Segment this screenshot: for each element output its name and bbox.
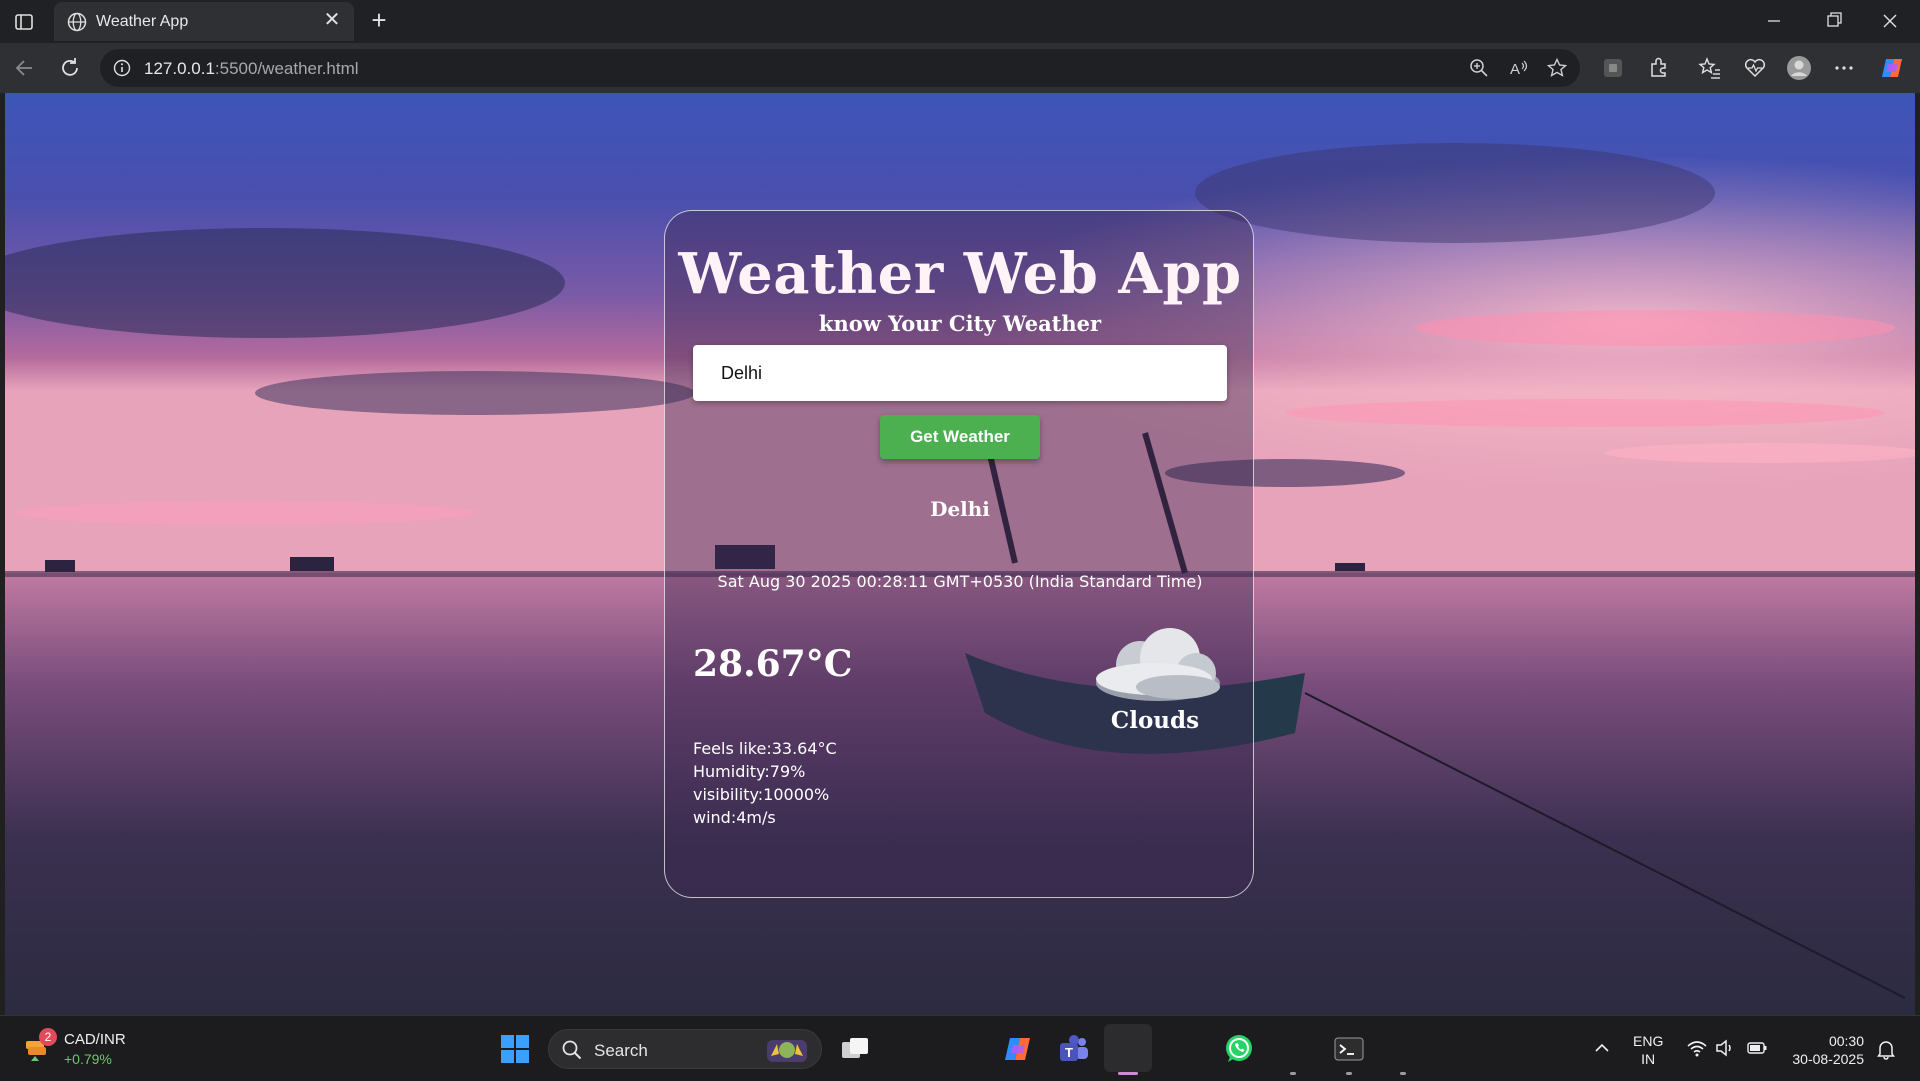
terminal-icon[interactable]: [1332, 1032, 1366, 1066]
profile-avatar-icon[interactable]: [1786, 55, 1812, 81]
tab-title: Weather App: [96, 13, 189, 30]
weather-details: Feels like:33.64°C Humidity:79% visibili…: [693, 737, 837, 829]
browser-tab[interactable]: Weather App ✕: [54, 2, 354, 41]
temperature: 28.67°C: [693, 643, 853, 685]
extension-app-icon[interactable]: [1600, 55, 1626, 81]
app-title: Weather Web App: [678, 241, 1242, 307]
favorite-star-icon[interactable]: [1546, 57, 1568, 79]
new-tab-button[interactable]: +: [364, 6, 394, 36]
favorites-icon[interactable]: [1697, 55, 1723, 81]
taskbar: 2 CAD/INR +0.79% Search T ENG IN 00:30 3…: [0, 1015, 1920, 1081]
teams-icon[interactable]: T: [1057, 1032, 1091, 1066]
tab-actions-icon[interactable]: [14, 12, 34, 32]
battery-icon[interactable]: [1746, 1038, 1768, 1058]
address-bar[interactable]: 127.0.0.1:5500/weather.html A: [100, 49, 1580, 87]
zoom-icon[interactable]: [1468, 57, 1490, 79]
globe-icon: [67, 12, 87, 32]
restore-icon[interactable]: [1814, 6, 1854, 36]
copilot-app-icon[interactable]: [1001, 1032, 1035, 1066]
stock-change[interactable]: +0.79%: [64, 1051, 112, 1067]
city-search-input[interactable]: [693, 345, 1227, 401]
refresh-icon[interactable]: [57, 55, 83, 81]
taskbar-search[interactable]: Search: [548, 1029, 822, 1069]
task-view-icon[interactable]: [838, 1032, 872, 1066]
notification-bell-icon[interactable]: [1876, 1038, 1896, 1060]
running-app-indicator: [1400, 1072, 1406, 1075]
date-time: Sat Aug 30 2025 00:28:11 GMT+0530 (India…: [717, 572, 1203, 591]
visibility: visibility:10000%: [693, 785, 830, 804]
close-window-icon[interactable]: [1870, 6, 1910, 36]
copilot-icon[interactable]: [1879, 55, 1905, 81]
url-text[interactable]: 127.0.0.1:5500/weather.html: [144, 59, 359, 79]
running-app-indicator: [1346, 1072, 1352, 1075]
cloud-icon: [1096, 628, 1220, 701]
read-aloud-icon[interactable]: A: [1508, 57, 1530, 79]
browser-tab-bar: Weather App ✕ +: [0, 0, 1920, 43]
wind: wind:4m/s: [693, 808, 776, 827]
search-label: Search: [594, 1041, 648, 1060]
minimize-icon[interactable]: [1754, 6, 1794, 36]
city-name: Delhi: [930, 497, 990, 521]
svg-text:A: A: [1510, 61, 1520, 78]
active-app-indicator: [1118, 1072, 1138, 1075]
search-highlight-art-icon: [767, 1040, 807, 1062]
weather-condition: Clouds: [1110, 707, 1200, 734]
chevron-up-icon[interactable]: [1592, 1038, 1612, 1058]
search-icon: [562, 1040, 582, 1060]
language-indicator[interactable]: ENG IN: [1633, 1032, 1663, 1068]
whatsapp-icon[interactable]: [1222, 1032, 1256, 1066]
weather-card: Weather Web App know Your City Weather G…: [664, 210, 1254, 898]
back-icon[interactable]: [12, 55, 38, 81]
svg-text:T: T: [1065, 1045, 1073, 1060]
browser-essentials-icon[interactable]: [1742, 55, 1768, 81]
volume-icon[interactable]: [1714, 1038, 1736, 1058]
edge-browser-taskbar-button[interactable]: [1104, 1024, 1152, 1072]
notification-badge: 2: [39, 1028, 57, 1046]
app-subtitle: know Your City Weather: [818, 311, 1102, 336]
site-info-icon[interactable]: [112, 58, 132, 78]
windows-start-icon[interactable]: [500, 1034, 530, 1064]
humidity: Humidity:79%: [693, 762, 806, 781]
get-weather-button[interactable]: Get Weather: [880, 415, 1040, 459]
running-app-indicator: [1290, 1072, 1296, 1075]
extensions-puzzle-icon[interactable]: [1646, 55, 1672, 81]
stock-name[interactable]: CAD/INR: [64, 1031, 126, 1048]
system-clock[interactable]: 00:30 30-08-2025: [1780, 1032, 1864, 1068]
close-tab-icon[interactable]: ✕: [320, 8, 344, 32]
browser-toolbar: 127.0.0.1:5500/weather.html A: [0, 43, 1920, 93]
feels-like: Feels like:33.64°C: [693, 739, 837, 758]
web-page: Weather Web App know Your City Weather G…: [5, 93, 1915, 1015]
more-options-icon[interactable]: [1831, 55, 1857, 81]
wifi-icon[interactable]: [1686, 1038, 1708, 1058]
